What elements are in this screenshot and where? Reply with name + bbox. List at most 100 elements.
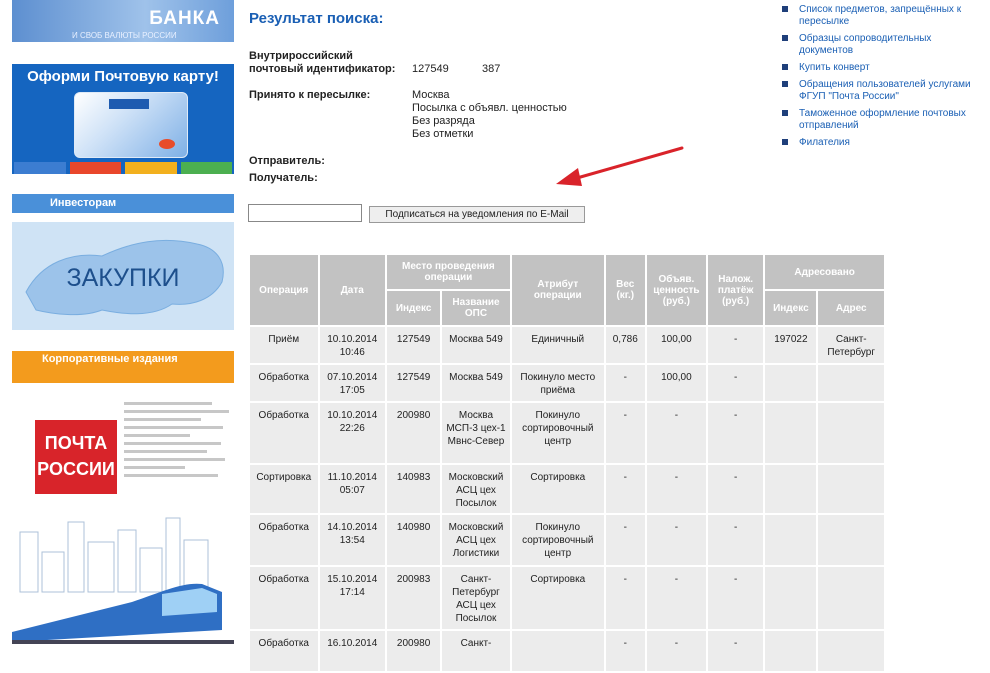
- accepted-label: Принято к пересылке:: [249, 89, 371, 101]
- col-address: Адрес: [818, 291, 884, 325]
- bullet-icon: [782, 6, 788, 12]
- cell-cod: -: [708, 567, 764, 629]
- pochta-rossii-logo[interactable]: ПОЧТА РОССИИ: [35, 420, 117, 494]
- right-link-buy-envelope[interactable]: Купить конверт: [782, 62, 982, 74]
- cell-weight: -: [605, 631, 645, 671]
- cell-index: 140983: [387, 465, 441, 513]
- cell-date: 14.10.2014 13:54: [319, 515, 386, 565]
- cell-date: 11.10.2014 05:07: [319, 465, 386, 513]
- col-cod: Налож. платёж (руб.): [708, 255, 764, 325]
- col-addressed-group: Адресовано: [765, 255, 884, 289]
- col-declared-value: Объяв. ценность (руб.): [646, 255, 707, 325]
- cell-op: Обработка: [250, 403, 318, 463]
- card-banner-tabs: [12, 162, 234, 174]
- bank-banner-subtitle: И СВОБ ВАЛЮТЫ РОССИИ: [72, 31, 177, 40]
- cell-address: Санкт-Петербург: [818, 327, 884, 363]
- cell-index: 140980: [387, 515, 441, 565]
- cell-weight: 0,786: [605, 327, 645, 363]
- cell-value: -: [646, 631, 707, 671]
- email-input[interactable]: [248, 204, 362, 222]
- cell-attr: [511, 631, 604, 671]
- right-link-philately[interactable]: Филателия: [782, 137, 982, 149]
- cell-value: -: [646, 403, 707, 463]
- cell-ops: Московский АСЦ цех Логистики: [442, 515, 510, 565]
- train-illustration[interactable]: [12, 512, 234, 650]
- cell-weight: -: [605, 403, 645, 463]
- cell-date: 16.10.2014: [319, 631, 386, 671]
- cell-weight: -: [605, 465, 645, 513]
- card-tab-2[interactable]: [69, 162, 121, 174]
- corporate-publications-heading[interactable]: Корпоративные издания: [12, 351, 234, 383]
- cell-address: [818, 403, 884, 463]
- cell-attr: Сортировка: [511, 567, 604, 629]
- investors-heading[interactable]: Инвесторам: [12, 194, 234, 213]
- cell-value: 100,00: [646, 327, 707, 363]
- card-payment-logo: [159, 139, 175, 149]
- pochta-logo-text: ПОЧТА РОССИИ: [37, 433, 115, 479]
- bank-banner-title: БАНКА: [149, 8, 220, 29]
- page-title: Результат поиска:: [249, 10, 384, 27]
- right-link-user-appeals[interactable]: Обращения пользователей услугами ФГУП "П…: [782, 79, 982, 103]
- cell-op: Обработка: [250, 631, 318, 671]
- cell-attr: Единичный: [511, 327, 604, 363]
- train-icon: [12, 517, 234, 644]
- card-banner-title: Оформи Почтовую карту!: [27, 68, 219, 85]
- cell-ops: Санкт-Петербург АСЦ цех Посылок: [442, 567, 510, 629]
- right-link-document-samples[interactable]: Образцы сопроводительных документов: [782, 33, 982, 57]
- cell-ops: Москва 549: [442, 365, 510, 401]
- table-row: Обработка 07.10.2014 17:05 127549 Москва…: [250, 365, 884, 401]
- card-tab-3[interactable]: [125, 162, 177, 174]
- bullet-icon: [782, 139, 788, 145]
- cell-addr-index: [765, 567, 817, 629]
- cell-weight: -: [605, 515, 645, 565]
- card-tab-4[interactable]: [180, 162, 232, 174]
- bank-banner[interactable]: БАНКА И СВОБ ВАЛЮТЫ РОССИИ: [12, 0, 234, 42]
- col-addr-index: Индекс: [765, 291, 817, 325]
- card-image: [74, 92, 188, 158]
- sender-label: Отправитель:: [249, 155, 325, 167]
- cell-value: -: [646, 465, 707, 513]
- cell-attr: Покинуло сортировочный центр: [511, 515, 604, 565]
- recipient-label: Получатель:: [249, 172, 318, 184]
- cell-attr: Сортировка: [511, 465, 604, 513]
- zakupki-banner[interactable]: ЗАКУПКИ: [12, 222, 234, 330]
- cell-date: 15.10.2014 17:14: [319, 567, 386, 629]
- cell-value: 100,00: [646, 365, 707, 401]
- accepted-line: Москва: [412, 89, 450, 101]
- table-row: Приём 10.10.2014 10:46 127549 Москва 549…: [250, 327, 884, 363]
- accepted-details: Москва Посылка с объявл. ценностью Без р…: [412, 89, 582, 141]
- publication-text-lines: [124, 402, 234, 497]
- cell-op: Обработка: [250, 365, 318, 401]
- right-link-prohibited-items[interactable]: Список предметов, запрещённых к пересылк…: [782, 4, 982, 28]
- cell-address: [818, 465, 884, 513]
- identifier-value: 127549: [412, 63, 449, 75]
- cell-op: Обработка: [250, 567, 318, 629]
- bullet-icon: [782, 81, 788, 87]
- postal-card-banner[interactable]: Оформи Почтовую карту!: [12, 64, 234, 174]
- cell-index: 127549: [387, 327, 441, 363]
- identifier-label: Внутрироссийский почтовый идентификатор:: [249, 50, 396, 75]
- right-link-customs[interactable]: Таможенное оформление почтовых отправлен…: [782, 108, 982, 132]
- cell-value: -: [646, 515, 707, 565]
- cell-attr: Покинуло место приёма: [511, 365, 604, 401]
- cell-value: -: [646, 567, 707, 629]
- col-place-group: Место проведения операции: [387, 255, 510, 289]
- cell-index: 200980: [387, 631, 441, 671]
- cell-address: [818, 365, 884, 401]
- zakupki-label: ЗАКУПКИ: [66, 264, 180, 292]
- bullet-icon: [782, 35, 788, 41]
- bullet-icon: [782, 64, 788, 70]
- card-logo: [109, 99, 149, 109]
- table-row: Обработка 10.10.2014 22:26 200980 Москва…: [250, 403, 884, 463]
- cell-index: 200980: [387, 403, 441, 463]
- cell-ops: Московский АСЦ цех Посылок: [442, 465, 510, 513]
- col-operation: Операция: [250, 255, 318, 325]
- col-ops-name: Название ОПС: [442, 291, 510, 325]
- card-tab-1[interactable]: [14, 162, 66, 174]
- cell-addr-index: [765, 631, 817, 671]
- cell-ops: Москва МСП-3 цех-1 Мвнс-Север: [442, 403, 510, 463]
- cell-cod: -: [708, 515, 764, 565]
- cell-date: 07.10.2014 17:05: [319, 365, 386, 401]
- cell-addr-index: 197022: [765, 327, 817, 363]
- subscribe-email-button[interactable]: Подписаться на уведомления по E-Mail: [369, 206, 585, 223]
